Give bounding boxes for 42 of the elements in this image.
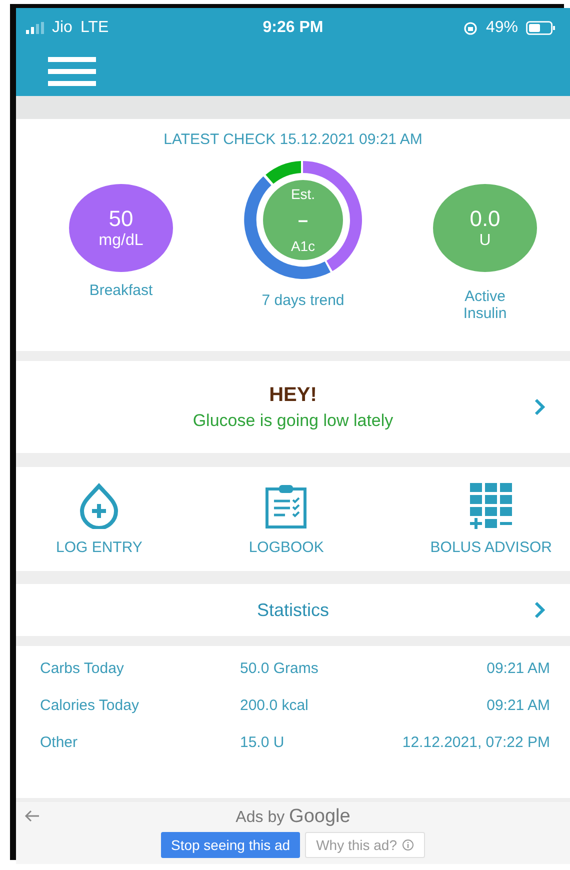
clock-time: 9:26 PM <box>262 19 324 37</box>
ad-brand-label: Google <box>289 806 350 827</box>
signal-icon <box>26 22 44 34</box>
menu-icon[interactable] <box>48 57 96 87</box>
stat-value: 15.0 U <box>240 734 286 751</box>
rotation-lock-icon <box>462 20 478 36</box>
glucose-reading-circle: 50 mg/dL <box>69 184 173 272</box>
chevron-right-icon[interactable] <box>534 601 546 619</box>
battery-percent: 49% <box>486 19 518 37</box>
network-type: LTE <box>80 19 109 37</box>
action-button[interactable]: LOG ENTRY <box>56 482 142 556</box>
ads-by-label: Ads by <box>236 809 285 826</box>
stat-time: 09:21 AM <box>486 660 550 677</box>
stat-name: Calories Today <box>40 697 140 714</box>
alert-title: HEY! <box>269 384 317 406</box>
calculator-grid-icon <box>470 482 512 528</box>
statistics-title: Statistics <box>256 600 330 620</box>
meal-label: Breakfast <box>89 282 153 299</box>
alert-card[interactable]: HEY! Glucose is going low lately <box>16 361 570 453</box>
active-insulin-circle: 0.0 U <box>433 184 537 272</box>
a1c-circle: Est. – A1c <box>263 180 343 260</box>
action-button[interactable]: LOGBOOK <box>248 482 324 556</box>
stat-time: 09:21 AM <box>486 697 550 714</box>
stat-value: 200.0 kcal <box>240 697 310 714</box>
latest-check-title: LATEST CHECK 15.12.2021 09:21 AM <box>164 131 422 148</box>
stop-ad-button[interactable]: Stop seeing this ad <box>160 832 300 858</box>
insulin-label: Active Insulin <box>462 288 508 322</box>
chevron-right-icon[interactable] <box>534 398 546 416</box>
statistics-row[interactable]: Statistics <box>16 584 570 636</box>
action-button[interactable]: BOLUS ADVISOR <box>430 482 552 556</box>
info-icon <box>402 839 414 851</box>
battery-icon <box>526 21 556 35</box>
stat-time: 12.12.2021, 07:22 PM <box>402 734 550 751</box>
stat-value: 50.0 Grams <box>240 660 320 677</box>
alert-message: Glucose is going low lately <box>192 410 394 430</box>
back-arrow-icon[interactable] <box>24 810 40 822</box>
stat-name: Carbs Today <box>40 660 125 677</box>
stat-name: Other <box>40 734 79 751</box>
clipboard-icon <box>265 482 308 528</box>
carrier-name: Jio <box>52 19 72 37</box>
why-ad-button[interactable]: Why this ad? <box>305 832 426 858</box>
trend-label: 7 days trend <box>262 292 344 309</box>
